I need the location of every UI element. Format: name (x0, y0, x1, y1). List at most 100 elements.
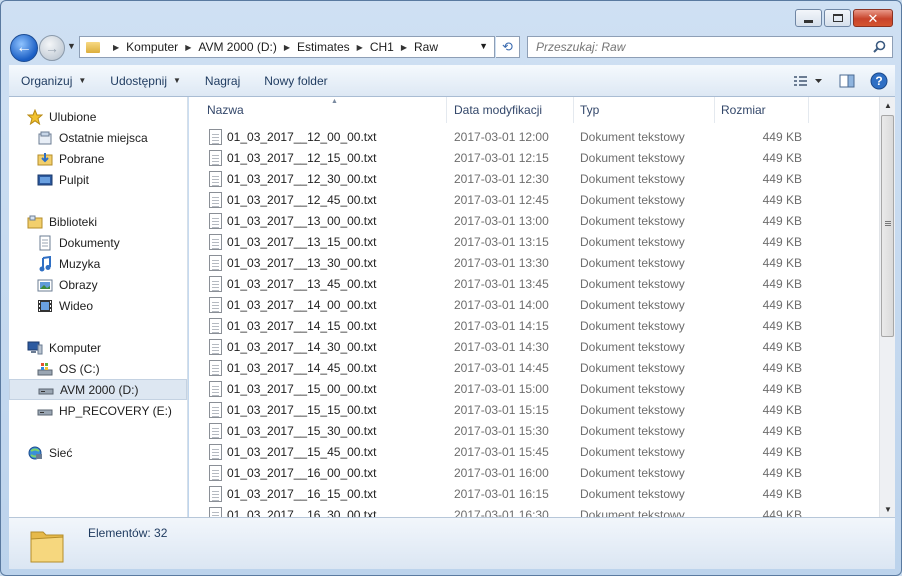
pictures-icon (37, 277, 53, 293)
view-options-button[interactable] (785, 69, 831, 93)
nav-drive-e[interactable]: HP_RECOVERY (E:) (37, 400, 187, 421)
file-row[interactable]: 01_03_2017__12_00_00.txt 2017-03-01 12:00… (189, 127, 879, 148)
file-row[interactable]: 01_03_2017__12_30_00.txt 2017-03-01 12:30… (189, 169, 879, 190)
file-type: Dokument tekstowy (580, 151, 685, 165)
nav-libraries[interactable]: Biblioteki (27, 211, 187, 232)
preview-pane-button[interactable] (831, 69, 863, 93)
breadcrumb-raw[interactable]: Raw (414, 40, 438, 54)
column-header-name[interactable]: Nazwa ▲ (201, 97, 447, 123)
column-header-type[interactable]: Typ (574, 97, 715, 123)
file-modified: 2017-03-01 12:00 (454, 130, 549, 144)
file-row[interactable]: 01_03_2017__15_15_00.txt 2017-03-01 15:15… (189, 400, 879, 421)
breadcrumb-computer[interactable]: Komputer (126, 40, 178, 54)
file-size: 449 KB (762, 382, 802, 396)
nav-documents[interactable]: Dokumenty (37, 232, 187, 253)
sort-ascending-icon: ▲ (331, 98, 338, 105)
file-modified: 2017-03-01 12:45 (454, 193, 549, 207)
organize-button[interactable]: Organizuj ▼ (9, 69, 98, 93)
close-button[interactable]: ✕ (853, 9, 893, 27)
recent-places-icon (37, 130, 53, 146)
file-row[interactable]: 01_03_2017__12_45_00.txt 2017-03-01 12:45… (189, 190, 879, 211)
network-icon (27, 445, 43, 461)
file-type: Dokument tekstowy (580, 256, 685, 270)
minimize-button[interactable] (795, 9, 822, 27)
file-name: 01_03_2017__13_00_00.txt (227, 214, 377, 228)
nav-label: Ostatnie miejsca (59, 130, 148, 145)
recent-pages-dropdown[interactable]: ▼ (67, 41, 76, 51)
file-type: Dokument tekstowy (580, 235, 685, 249)
file-row[interactable]: 01_03_2017__16_15_00.txt 2017-03-01 16:15… (189, 484, 879, 505)
nav-desktop[interactable]: Pulpit (37, 169, 187, 190)
file-row[interactable]: 01_03_2017__13_30_00.txt 2017-03-01 13:30… (189, 253, 879, 274)
file-name: 01_03_2017__12_00_00.txt (227, 130, 377, 144)
file-row[interactable]: 01_03_2017__12_15_00.txt 2017-03-01 12:15… (189, 148, 879, 169)
column-header-size[interactable]: Rozmiar (715, 97, 809, 123)
file-size: 449 KB (762, 319, 802, 333)
column-label: Typ (580, 103, 600, 117)
chevron-right-icon[interactable]: ▶ (284, 43, 290, 52)
file-row[interactable]: 01_03_2017__14_15_00.txt 2017-03-01 14:15… (189, 316, 879, 337)
file-row[interactable]: 01_03_2017__14_45_00.txt 2017-03-01 14:45… (189, 358, 879, 379)
vertical-scrollbar[interactable]: ▲ ▼ (879, 97, 895, 517)
file-size: 449 KB (762, 193, 802, 207)
file-row[interactable]: 01_03_2017__14_00_00.txt 2017-03-01 14:00… (189, 295, 879, 316)
folder-icon (86, 41, 100, 53)
breadcrumb-drive-d[interactable]: AVM 2000 (D:) (198, 40, 276, 54)
back-button[interactable]: ← (10, 34, 38, 62)
text-file-icon (209, 129, 222, 145)
chevron-right-icon[interactable]: ▶ (113, 43, 119, 52)
new-folder-button[interactable]: Nowy folder (252, 69, 339, 93)
file-row[interactable]: 01_03_2017__16_30_00.txt 2017-03-01 16:30… (189, 505, 879, 517)
file-type: Dokument tekstowy (580, 277, 685, 291)
nav-downloads[interactable]: Pobrane (37, 148, 187, 169)
column-header-modified[interactable]: Data modyfikacji (448, 97, 574, 123)
scroll-down-button[interactable]: ▼ (880, 501, 896, 517)
refresh-button[interactable]: ⟲ (496, 36, 520, 58)
chevron-right-icon[interactable]: ▶ (185, 43, 191, 52)
forward-button[interactable]: → (39, 35, 65, 61)
file-row[interactable]: 01_03_2017__15_45_00.txt 2017-03-01 15:45… (189, 442, 879, 463)
search-input[interactable] (528, 37, 858, 57)
search-icon[interactable] (873, 40, 886, 53)
file-row[interactable]: 01_03_2017__14_30_00.txt 2017-03-01 14:30… (189, 337, 879, 358)
breadcrumb-ch1[interactable]: CH1 (370, 40, 394, 54)
file-row[interactable]: 01_03_2017__16_00_00.txt 2017-03-01 16:00… (189, 463, 879, 484)
nav-favorites[interactable]: Ulubione (27, 106, 187, 127)
search-box (527, 36, 893, 58)
nav-computer[interactable]: Komputer (27, 337, 187, 358)
nav-drive-d[interactable]: AVM 2000 (D:) (9, 379, 187, 400)
address-bar[interactable]: ▶ Komputer ▶ AVM 2000 (D:) ▶ Estimates ▶… (79, 36, 495, 58)
file-size: 449 KB (762, 298, 802, 312)
file-row[interactable]: 01_03_2017__15_30_00.txt 2017-03-01 15:30… (189, 421, 879, 442)
share-button[interactable]: Udostępnij ▼ (98, 69, 193, 93)
breadcrumb-estimates[interactable]: Estimates (297, 40, 350, 54)
file-modified: 2017-03-01 16:00 (454, 466, 549, 480)
burn-button[interactable]: Nagraj (193, 69, 252, 93)
nav-recent[interactable]: Ostatnie miejsca (37, 127, 187, 148)
file-type: Dokument tekstowy (580, 403, 685, 417)
file-type: Dokument tekstowy (580, 487, 685, 501)
chevron-right-icon[interactable]: ▶ (357, 43, 363, 52)
file-type: Dokument tekstowy (580, 193, 685, 207)
nav-label: AVM 2000 (D:) (60, 382, 139, 397)
file-row[interactable]: 01_03_2017__13_45_00.txt 2017-03-01 13:45… (189, 274, 879, 295)
file-name: 01_03_2017__14_45_00.txt (227, 361, 377, 375)
nav-videos[interactable]: Wideo (37, 295, 187, 316)
help-button[interactable]: ? (863, 69, 895, 93)
command-bar: Organizuj ▼ Udostępnij ▼ Nagraj Nowy folde… (9, 65, 895, 97)
text-file-icon (209, 276, 222, 292)
file-row[interactable]: 01_03_2017__15_00_00.txt 2017-03-01 15:00… (189, 379, 879, 400)
file-row[interactable]: 01_03_2017__13_00_00.txt 2017-03-01 13:00… (189, 211, 879, 232)
file-name: 01_03_2017__14_15_00.txt (227, 319, 377, 333)
maximize-button[interactable] (824, 9, 851, 27)
scroll-thumb[interactable] (881, 115, 894, 337)
text-file-icon (209, 486, 222, 502)
nav-music[interactable]: Muzyka (37, 253, 187, 274)
file-row[interactable]: 01_03_2017__13_15_00.txt 2017-03-01 13:15… (189, 232, 879, 253)
address-dropdown[interactable]: ▼ (479, 41, 488, 51)
nav-network[interactable]: Sieć (27, 442, 187, 463)
nav-pictures[interactable]: Obrazy (37, 274, 187, 295)
nav-drive-c[interactable]: OS (C:) (37, 358, 187, 379)
chevron-right-icon[interactable]: ▶ (401, 43, 407, 52)
scroll-up-button[interactable]: ▲ (880, 97, 896, 113)
